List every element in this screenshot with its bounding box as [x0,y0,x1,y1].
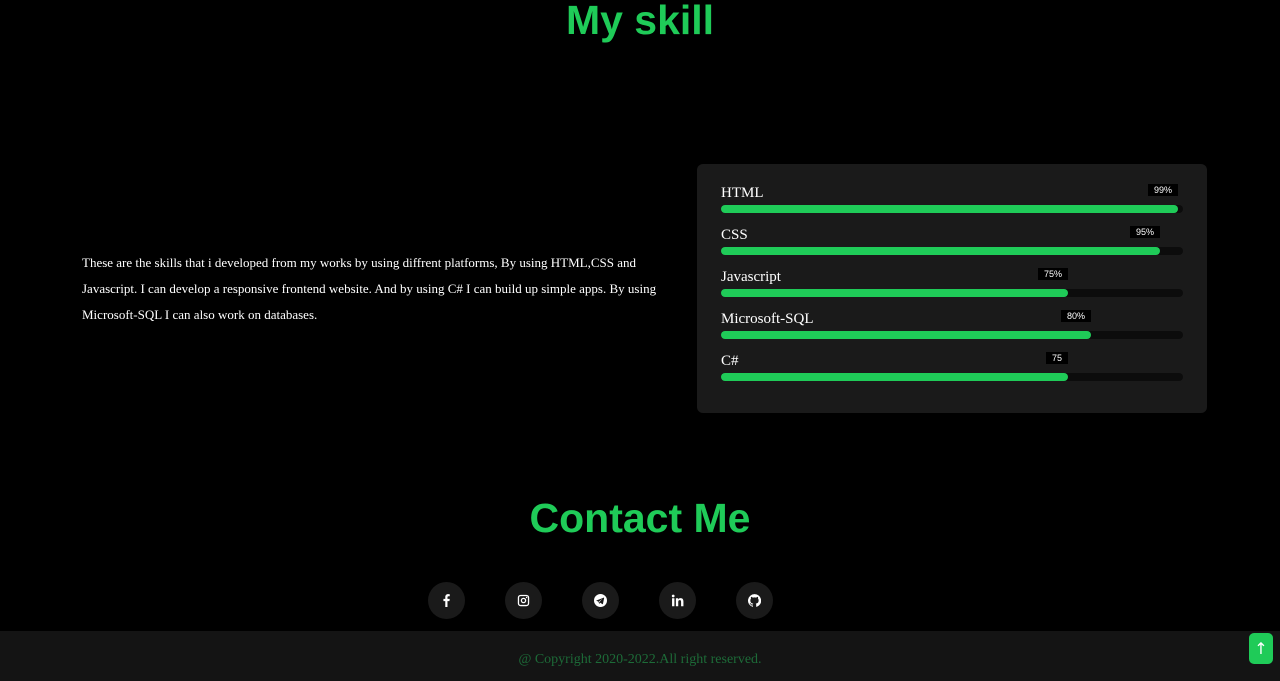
skill-progress-fill [721,373,1068,381]
skill-progress-fill [721,331,1091,339]
footer: @ Copyright 2020-2022.All right reserved… [0,631,1280,681]
skill-html: HTML 99% [721,184,1183,214]
linkedin-icon [671,594,684,607]
skill-css: CSS 95% [721,226,1183,256]
skill-progress-fill [721,205,1178,213]
skill-name: CSS [721,227,748,243]
skill-microsoft-sql: Microsoft-SQL 80% [721,310,1183,340]
skill-csharp: C# 75 [721,352,1183,382]
social-links [428,582,773,620]
skills-title: My skill [565,0,715,43]
skill-name: Microsoft-SQL [721,311,814,327]
skill-progress-fill [721,247,1160,255]
skill-percent-badge: 99% [1147,184,1178,196]
skills-card: HTML 99% CSS 95% Javascript 75% Microsof… [697,164,1207,413]
skill-percent-badge: 95% [1129,226,1160,238]
copyright-text: @ Copyright 2020-2022.All right reserved… [518,652,762,667]
skill-progress-track [721,373,1183,381]
skill-javascript: Javascript 75% [721,268,1183,298]
telegram-icon [594,594,607,607]
skill-name: HTML [721,185,764,201]
github-link[interactable] [736,582,773,619]
contact-title: Contact Me [529,495,751,541]
skills-description: These are the skills that i developed fr… [82,255,657,322]
skill-progress-track [721,289,1183,297]
skill-progress-track [721,331,1183,339]
linkedin-link[interactable] [659,582,696,619]
instagram-icon [517,594,530,607]
skill-progress-track [721,247,1183,255]
skill-name: Javascript [721,269,781,285]
scroll-to-top-button[interactable]: ↑ [1249,633,1273,664]
facebook-icon [443,594,450,607]
skill-percent-badge: 75% [1037,268,1068,280]
telegram-link[interactable] [582,582,619,619]
skill-progress-fill [721,289,1068,297]
github-icon [748,594,761,607]
skill-percent-badge: 75 [1045,352,1068,364]
arrow-up-icon: ↑ [1254,639,1268,658]
skill-progress-track [721,205,1183,213]
instagram-link[interactable] [505,582,542,619]
facebook-link[interactable] [428,582,465,619]
skill-name: C# [721,353,739,369]
skill-percent-badge: 80% [1060,310,1091,322]
